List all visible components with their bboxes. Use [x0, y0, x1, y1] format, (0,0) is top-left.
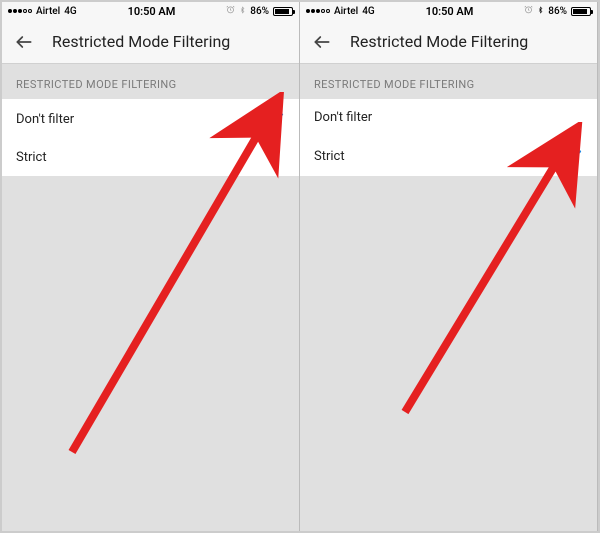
- network-label: 4G: [362, 6, 375, 17]
- page-title: Restricted Mode Filtering: [52, 32, 230, 51]
- option-dont-filter[interactable]: Don't filter: [300, 99, 597, 136]
- option-label: Don't filter: [16, 112, 74, 127]
- option-list: Don't filter Strict: [300, 99, 597, 176]
- battery-percent: 86%: [250, 6, 269, 17]
- option-dont-filter[interactable]: Don't filter: [2, 99, 299, 139]
- section-header: RESTRICTED MODE FILTERING: [2, 64, 299, 99]
- battery-icon: [571, 7, 591, 16]
- status-time: 10:50 AM: [426, 5, 474, 18]
- alarm-icon: [226, 5, 235, 17]
- alarm-icon: [524, 5, 533, 17]
- app-header: Restricted Mode Filtering: [2, 20, 299, 64]
- status-bar: Airtel 4G 10:50 AM 86%: [300, 2, 597, 20]
- option-label: Strict: [314, 149, 345, 164]
- option-label: Strict: [16, 150, 47, 165]
- status-time: 10:50 AM: [128, 5, 176, 18]
- phone-screen-right: Airtel 4G 10:50 AM 86% Restricted Mode F…: [300, 2, 598, 531]
- section-header: RESTRICTED MODE FILTERING: [300, 64, 597, 99]
- option-strict[interactable]: Strict: [2, 139, 299, 176]
- check-icon: [565, 147, 583, 165]
- page-title: Restricted Mode Filtering: [350, 32, 528, 51]
- carrier-label: Airtel: [334, 6, 358, 17]
- battery-percent: 86%: [548, 6, 567, 17]
- option-list: Don't filter Strict: [2, 99, 299, 176]
- back-arrow-icon[interactable]: [14, 32, 34, 52]
- carrier-label: Airtel: [36, 6, 60, 17]
- signal-dots-icon: [306, 9, 330, 13]
- back-arrow-icon[interactable]: [312, 32, 332, 52]
- status-bar: Airtel 4G 10:50 AM 86%: [2, 2, 299, 20]
- app-header: Restricted Mode Filtering: [300, 20, 597, 64]
- bluetooth-icon: [537, 5, 544, 18]
- option-strict[interactable]: Strict: [300, 136, 597, 176]
- phone-screen-left: Airtel 4G 10:50 AM 86% Restricted Mode F…: [2, 2, 300, 531]
- bluetooth-icon: [239, 5, 246, 18]
- check-icon: [267, 110, 285, 128]
- network-label: 4G: [64, 6, 77, 17]
- signal-dots-icon: [8, 9, 32, 13]
- battery-icon: [273, 7, 293, 16]
- option-label: Don't filter: [314, 110, 372, 125]
